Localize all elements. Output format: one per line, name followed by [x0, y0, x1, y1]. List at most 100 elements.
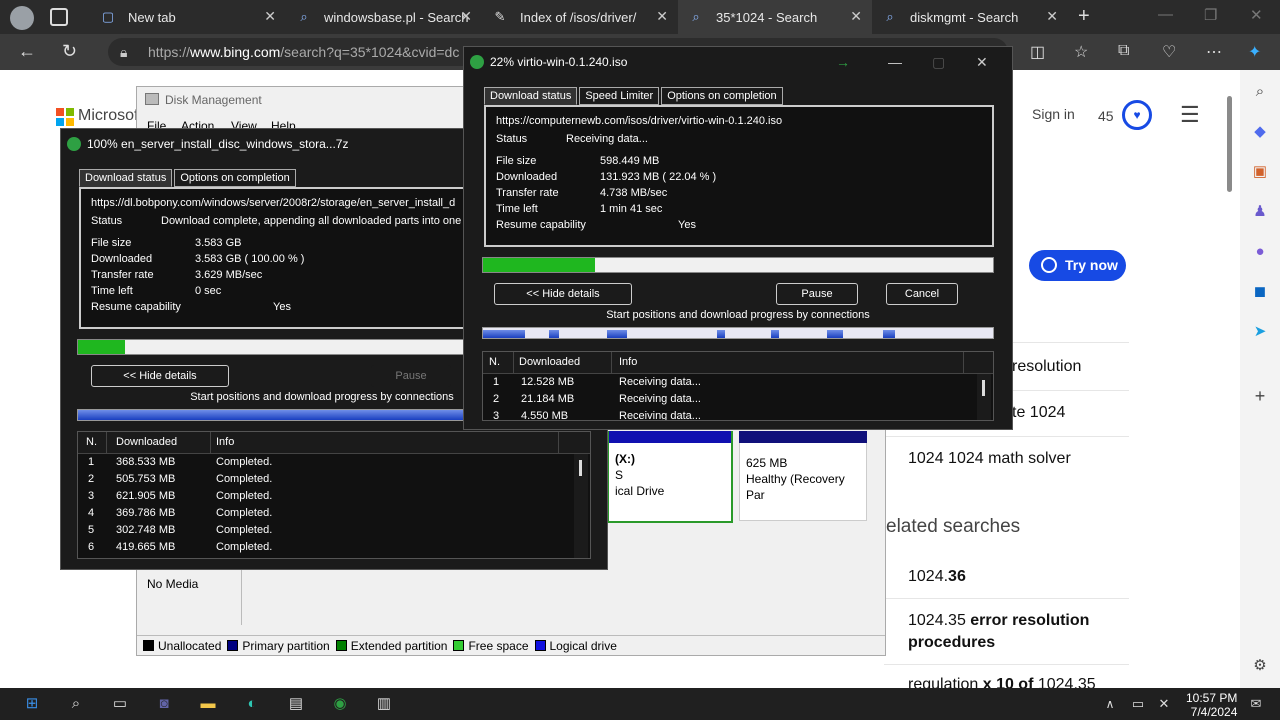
volume-recovery-partition[interactable]: 625 MB Healthy (Recovery Par	[739, 443, 867, 521]
close-icon[interactable]: ✕	[850, 8, 862, 25]
scrollbar-thumb[interactable]	[1227, 96, 1232, 192]
file-explorer-icon[interactable]: ▬	[198, 694, 218, 714]
disk-management-taskbar-icon[interactable]: ▥	[374, 694, 394, 714]
table-row[interactable]: 5 302.748 MB Completed.	[78, 522, 590, 539]
cell-n: 2	[88, 473, 95, 485]
related-item[interactable]: 1024.36	[908, 568, 966, 586]
cell-n: 2	[493, 393, 500, 405]
close-icon[interactable]: ✕	[1046, 8, 1058, 25]
hide-details-button[interactable]: << Hide details	[91, 365, 229, 387]
pause-button[interactable]: Pause	[776, 283, 858, 305]
sidebar-games-icon[interactable]: ♟	[1250, 202, 1270, 222]
table-row[interactable]: 2 21.184 MB Receiving data...	[483, 391, 993, 408]
tab-options-on-completion[interactable]: Options on completion	[661, 87, 783, 105]
new-tab-button[interactable]: +	[1078, 5, 1090, 28]
cancel-button[interactable]: Cancel	[886, 283, 958, 305]
tab-35x1024-search[interactable]: ⌕ 35*1024 - Search ✕	[678, 0, 872, 34]
try-now-button[interactable]: Try now	[1029, 250, 1126, 281]
sidebar-add-icon[interactable]: +	[1250, 386, 1270, 406]
result-item[interactable]: resolution	[1012, 358, 1081, 376]
sidebar-tools-icon[interactable]: ▣	[1250, 162, 1270, 182]
edge-icon[interactable]: ◐	[242, 694, 262, 714]
table-row[interactable]: 3 621.905 MB Completed.	[78, 488, 590, 505]
tab-new-tab[interactable]: ▢ New tab ✕	[90, 0, 286, 34]
sidebar-outlook-icon[interactable]: ◼	[1250, 282, 1270, 302]
sidebar-settings-gear-icon[interactable]: ⚙	[1250, 656, 1270, 676]
legend-swatch	[143, 639, 154, 651]
sidebar-search-icon[interactable]: ⌕	[1250, 82, 1270, 102]
close-window-icon[interactable]: ✕	[1250, 6, 1263, 24]
cell-info: Completed.	[216, 524, 273, 536]
page-scrollbar[interactable]	[1224, 74, 1234, 684]
task-view-icon[interactable]: ▭	[110, 694, 130, 714]
sidebar-copilot-icon[interactable]: ●	[1250, 242, 1270, 262]
back-arrow-icon[interactable]: ←	[18, 41, 36, 62]
table-row[interactable]: 2 505.753 MB Completed.	[78, 471, 590, 488]
table-scrollbar[interactable]	[977, 374, 991, 420]
file-size-label: File size	[91, 237, 132, 249]
store-icon[interactable]: ▤	[286, 694, 306, 714]
profile-avatar[interactable]	[10, 6, 34, 30]
notification-icon[interactable]: ✉	[1246, 694, 1266, 714]
tab-actions-icon[interactable]	[50, 8, 68, 26]
tab-speed-limiter[interactable]: Speed Limiter	[579, 87, 660, 105]
lock-icon[interactable]: 🔒︎	[120, 38, 127, 66]
hide-details-button[interactable]: << Hide details	[494, 283, 632, 305]
tab-options-on-completion[interactable]: Options on completion	[174, 169, 296, 187]
tab-diskmgmt-search[interactable]: ⌕ diskmgmt - Search ✕	[872, 0, 1068, 34]
minimize-icon[interactable]: —	[1158, 6, 1173, 23]
tray-chevron-up-icon[interactable]: ∧	[1100, 694, 1120, 714]
favorites-icon[interactable]: ☆	[1074, 42, 1088, 62]
idm-minimize-icon[interactable]: —	[888, 47, 902, 77]
refresh-icon[interactable]: ↻	[62, 41, 77, 62]
related-item[interactable]: regulation x 10 of 1024.35	[908, 676, 1096, 688]
idm-tabs: Download status Speed Limiter Options on…	[484, 87, 785, 105]
network-icon[interactable]: ▭	[1128, 694, 1148, 714]
tab-download-status[interactable]: Download status	[484, 87, 578, 105]
sidebar-send-icon[interactable]: ➤	[1250, 322, 1270, 342]
search-icon[interactable]: ⌕	[66, 694, 86, 714]
related-bold: 36	[948, 568, 966, 585]
tab-download-status[interactable]: Download status	[79, 169, 173, 187]
copilot-icon[interactable]: ✦	[1248, 42, 1261, 62]
result-item[interactable]: 1024 1024 math solver	[908, 450, 1071, 468]
more-menu-icon[interactable]: ⋯	[1206, 42, 1222, 62]
pause-button[interactable]: Pause	[371, 365, 451, 387]
split-screen-icon[interactable]: ◫	[1030, 42, 1045, 62]
table-scrollbar[interactable]	[574, 454, 588, 558]
rewards-points[interactable]: 45	[1098, 108, 1114, 124]
start-icon[interactable]: ⊞	[22, 694, 42, 714]
tab-windowsbase[interactable]: ⌕ windowsbase.pl - Search ✕	[286, 0, 482, 34]
chat-icon[interactable]: ◙	[154, 694, 174, 714]
related-plain: 1024.35	[908, 612, 971, 629]
rewards-trophy-icon[interactable]: ♥︎	[1122, 100, 1152, 130]
tab-index-of-isos[interactable]: ✎ Index of /isos/driver/ ✕	[482, 0, 678, 34]
volume-logical-drive[interactable]: (X:) S ical Drive	[609, 443, 731, 521]
result-item[interactable]: te 1024	[1012, 404, 1065, 422]
close-icon[interactable]: ✕	[264, 8, 276, 25]
close-icon[interactable]: ✕	[460, 8, 472, 25]
page-icon: ✎	[494, 9, 506, 24]
close-icon[interactable]: ✕	[656, 8, 668, 25]
volume-mute-icon[interactable]: ✕	[1154, 694, 1174, 714]
table-row[interactable]: 1 368.533 MB Completed.	[78, 454, 590, 471]
table-row[interactable]: 1 12.528 MB Receiving data...	[483, 374, 993, 391]
idm-taskbar-icon[interactable]: ◉	[330, 694, 350, 714]
table-row[interactable]: 4 369.786 MB Completed.	[78, 505, 590, 522]
cell-info: Completed.	[216, 456, 273, 468]
status-label: Status	[496, 133, 528, 145]
table-row[interactable]: 6 419.665 MB Completed.	[78, 539, 590, 556]
collections-icon[interactable]: ⧉	[1118, 42, 1129, 60]
related-item[interactable]: 1024.35 error resolution	[908, 612, 1089, 630]
table-row[interactable]: 3 4.550 MB Receiving data...	[483, 408, 993, 420]
sign-in-link[interactable]: Sign in	[1032, 106, 1075, 122]
restore-icon[interactable]: ❐	[1204, 6, 1217, 24]
hamburger-menu-icon[interactable]: ☰	[1180, 102, 1200, 128]
performance-icon[interactable]: ♡	[1162, 42, 1176, 62]
disk-management-app-icon	[145, 93, 159, 105]
sidebar-tag-icon[interactable]: ◆	[1250, 122, 1270, 142]
no-media-disk[interactable]: No Media	[137, 567, 242, 625]
system-clock[interactable]: 10:57 PM 7/4/2024	[1186, 691, 1237, 719]
idm-close-icon[interactable]: ✕	[976, 47, 988, 77]
related-item-continued[interactable]: procedures	[908, 634, 995, 652]
